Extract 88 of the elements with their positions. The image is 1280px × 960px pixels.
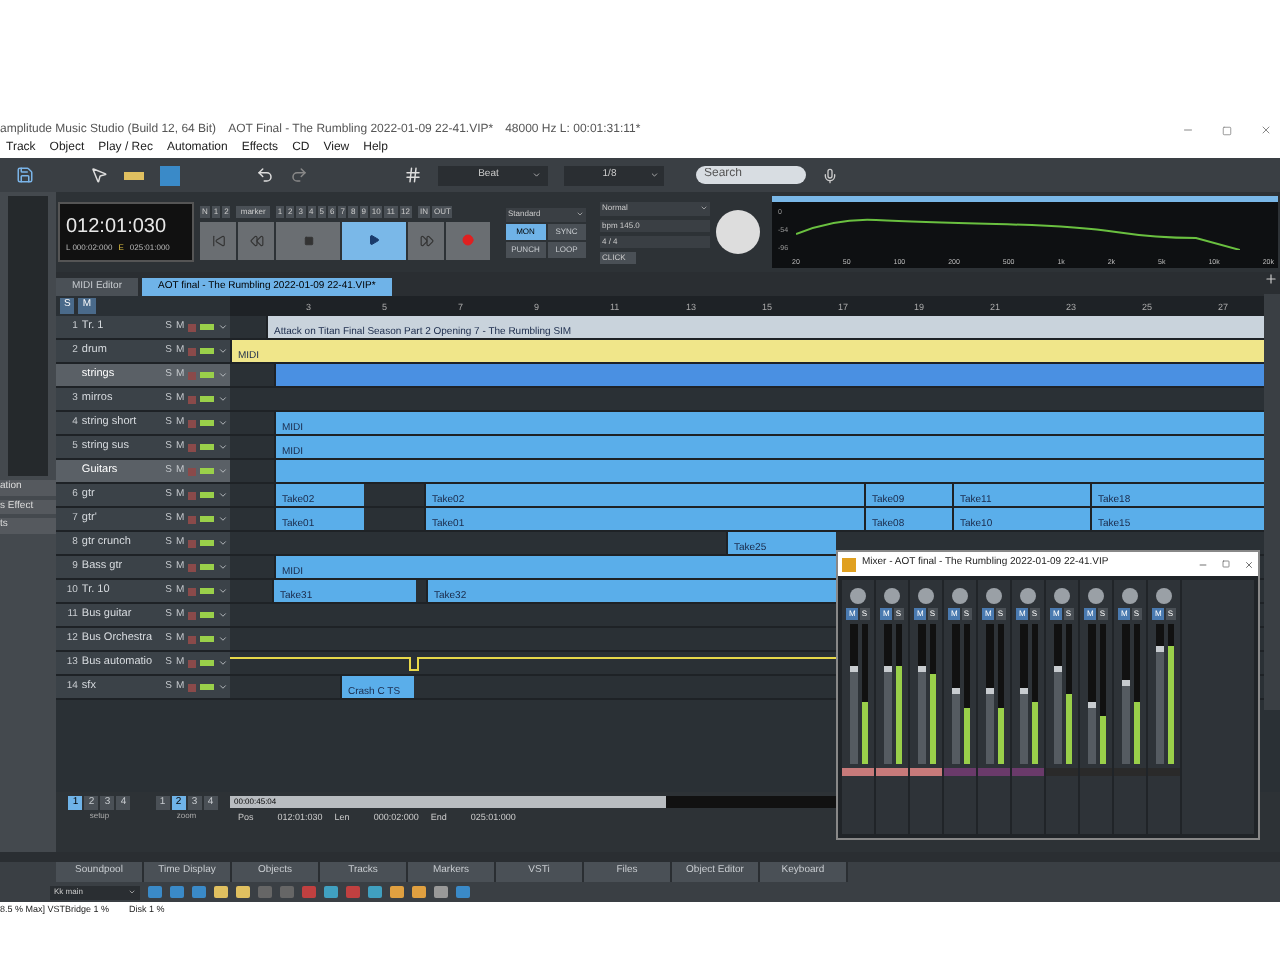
- caret-icon[interactable]: [218, 394, 228, 404]
- play-icon: [368, 234, 380, 246]
- level-meter-icon: [200, 492, 215, 498]
- record-button[interactable]: [446, 221, 490, 259]
- tempo-knob[interactable]: [716, 210, 760, 254]
- caret-icon: [649, 170, 658, 180]
- pan-knob[interactable]: [1122, 588, 1138, 604]
- undo-icon[interactable]: [256, 166, 274, 184]
- close-icon[interactable]: [1260, 124, 1272, 136]
- minimize-icon[interactable]: [1182, 124, 1194, 136]
- caret-icon[interactable]: [218, 346, 228, 356]
- level-meter-icon: [200, 396, 215, 402]
- level-meter-icon: [200, 516, 215, 522]
- level-meter-icon: [200, 588, 215, 594]
- record-arm-icon[interactable]: [188, 659, 197, 667]
- caret-icon: [532, 170, 542, 180]
- record-arm-icon[interactable]: [188, 683, 197, 691]
- caret-icon[interactable]: [218, 514, 228, 524]
- caret-icon[interactable]: [218, 634, 228, 644]
- pan-knob[interactable]: [986, 588, 1002, 604]
- caret-icon[interactable]: [218, 490, 228, 500]
- pan-knob[interactable]: [952, 588, 968, 604]
- level-meter-icon: [200, 468, 215, 474]
- caret-icon[interactable]: [218, 538, 228, 548]
- caret-icon[interactable]: [218, 610, 228, 620]
- automation-line[interactable]: [230, 656, 836, 672]
- pan-knob[interactable]: [918, 588, 934, 604]
- fast-forward-icon: [419, 233, 433, 247]
- caret-icon[interactable]: [218, 466, 228, 476]
- pan-knob[interactable]: [1020, 588, 1036, 604]
- maximize-icon[interactable]: [1222, 560, 1230, 568]
- fast-forward-button[interactable]: [408, 221, 444, 259]
- level-meter-icon: [8, 196, 48, 476]
- redo-icon[interactable]: [290, 166, 308, 184]
- level-meter-icon: [200, 324, 215, 330]
- stop-icon: [303, 235, 313, 245]
- grid-icon[interactable]: [404, 166, 422, 184]
- pan-knob[interactable]: [884, 588, 900, 604]
- record-arm-icon[interactable]: [188, 395, 197, 403]
- caret-icon[interactable]: [218, 370, 228, 380]
- skip-back-button[interactable]: [200, 221, 236, 259]
- caret-icon[interactable]: [218, 682, 228, 692]
- level-meter-icon: [200, 420, 215, 426]
- time-readout: 012:01:030: [66, 213, 169, 241]
- record-arm-icon[interactable]: [188, 563, 197, 571]
- minimize-icon[interactable]: [1198, 559, 1208, 569]
- record-arm-icon[interactable]: [188, 491, 197, 499]
- level-meter-icon: [200, 636, 215, 642]
- caret-icon[interactable]: [218, 322, 228, 332]
- record-arm-icon[interactable]: [188, 419, 197, 427]
- record-arm-icon[interactable]: [188, 635, 197, 643]
- maximize-icon[interactable]: [1222, 125, 1232, 135]
- record-arm-icon[interactable]: [188, 347, 197, 355]
- record-arm-icon[interactable]: [188, 587, 197, 595]
- pan-knob[interactable]: [850, 588, 866, 604]
- record-arm-icon[interactable]: [188, 611, 197, 619]
- caret-icon[interactable]: [218, 586, 228, 596]
- play-button[interactable]: [342, 221, 406, 259]
- record-arm-icon[interactable]: [188, 515, 197, 523]
- app-icon: [842, 557, 856, 571]
- add-icon[interactable]: [1264, 272, 1278, 286]
- level-meter-icon: [200, 348, 215, 354]
- stop-button[interactable]: [276, 221, 340, 259]
- level-meter-icon: [200, 684, 215, 690]
- pan-knob[interactable]: [1156, 588, 1172, 604]
- caret-icon[interactable]: [218, 418, 228, 428]
- level-meter-icon: [200, 612, 215, 618]
- caret-icon[interactable]: [218, 442, 228, 452]
- save-icon[interactable]: [16, 166, 34, 184]
- level-meter-icon: [200, 660, 215, 666]
- rewind-icon: [249, 233, 263, 247]
- level-meter-icon: [200, 444, 215, 450]
- record-arm-icon[interactable]: [188, 323, 197, 331]
- level-meter-icon: [200, 372, 215, 378]
- microphone-icon[interactable]: [822, 167, 838, 183]
- pan-knob[interactable]: [1088, 588, 1104, 604]
- rewind-button[interactable]: [238, 221, 274, 259]
- caret-icon[interactable]: [218, 562, 228, 572]
- record-icon: [462, 234, 474, 246]
- skip-back-icon: [211, 233, 225, 247]
- level-meter-icon: [200, 540, 215, 546]
- pan-knob[interactable]: [1054, 588, 1070, 604]
- record-arm-icon[interactable]: [188, 443, 197, 451]
- level-meter-icon: [200, 564, 215, 570]
- pointer-icon[interactable]: [90, 166, 108, 184]
- caret-icon[interactable]: [218, 658, 228, 668]
- scrollbar[interactable]: [1264, 294, 1280, 710]
- record-arm-icon[interactable]: [188, 539, 197, 547]
